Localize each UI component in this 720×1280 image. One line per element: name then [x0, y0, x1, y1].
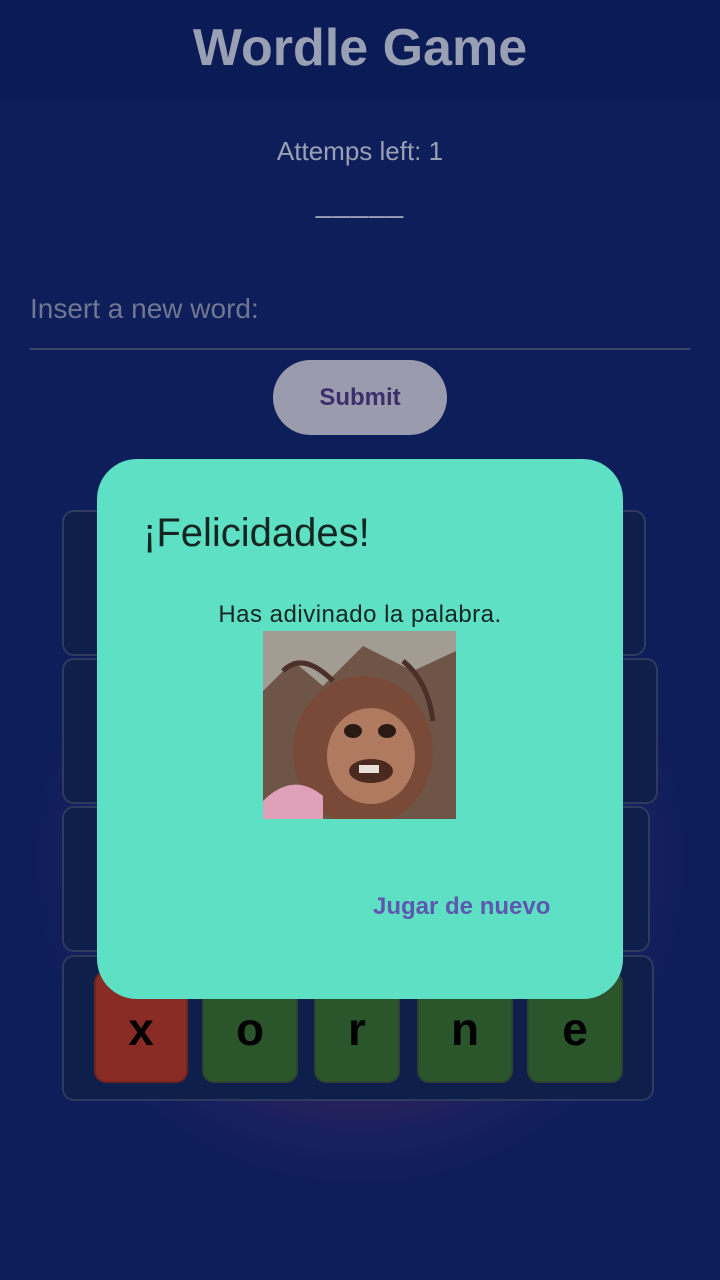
orangutan-reaction-image: [263, 631, 456, 819]
success-dialog: ¡Felicidades! Has adivinado la palabra. …: [97, 459, 623, 999]
play-again-button[interactable]: Jugar de nuevo: [373, 893, 550, 921]
dialog-title: ¡Felicidades!: [143, 511, 370, 555]
dialog-message: Has adivinado la palabra.: [218, 601, 502, 628]
